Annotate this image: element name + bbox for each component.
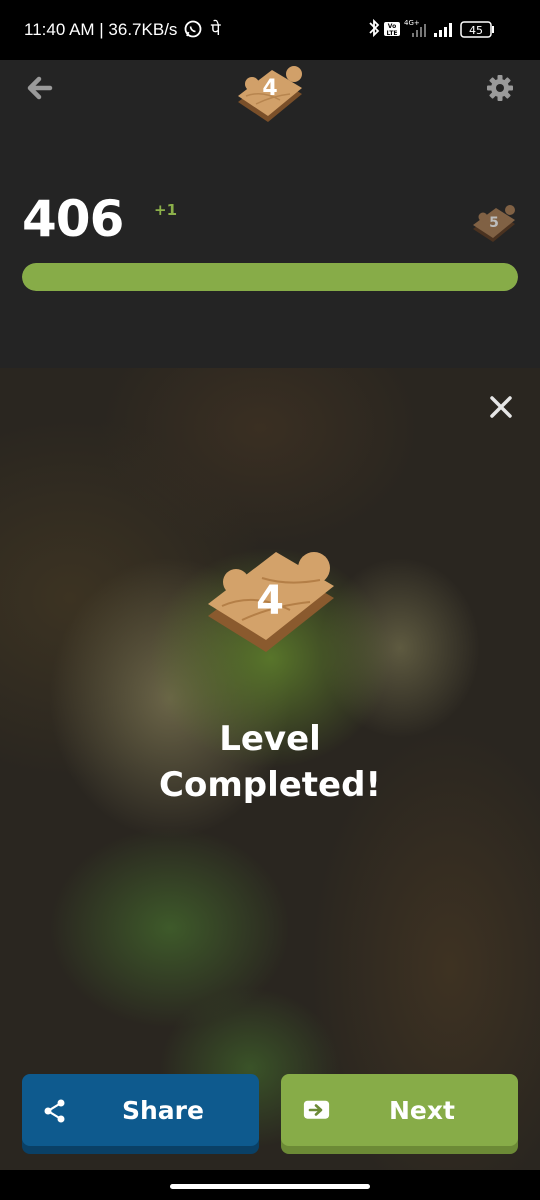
status-right: Vo LTE 4G+ 45 <box>366 15 516 43</box>
share-label: Share <box>122 1096 204 1125</box>
next-label: Next <box>389 1096 455 1125</box>
gear-icon <box>487 75 513 101</box>
level-progress-bar <box>22 263 518 291</box>
title-line-1: Level <box>219 719 321 759</box>
score-delta: +1 <box>154 201 178 219</box>
level-progress-fill <box>22 263 518 291</box>
score-value: 406 <box>22 190 124 248</box>
next-level-badge: 5 <box>470 202 518 246</box>
close-icon <box>490 396 512 418</box>
status-left: 11:40 AM | 36.7KB/s पे <box>24 17 221 40</box>
svg-text:LTE: LTE <box>386 30 397 37</box>
volte-icon: Vo LTE <box>384 22 400 37</box>
network-label: 4G+ <box>404 19 420 27</box>
status-bar: 11:40 AM | 36.7KB/s पे Vo LTE 4G+ 45 <box>0 0 540 60</box>
battery-icon: 45 <box>460 21 494 38</box>
signal-2-icon <box>434 23 452 37</box>
signal-1-icon: 4G+ <box>404 19 426 37</box>
completed-level-badge: 4 <box>202 548 338 662</box>
status-extra-char: पे <box>210 20 221 39</box>
whatsapp-icon <box>184 20 202 38</box>
title-line-2: Completed! <box>159 765 381 805</box>
settings-button[interactable] <box>482 70 518 106</box>
system-nav-bar <box>0 1170 540 1200</box>
share-button[interactable]: Share <box>22 1074 259 1146</box>
completed-level-number: 4 <box>256 578 284 624</box>
header: 4 <box>0 60 540 122</box>
battery-level: 45 <box>469 24 483 37</box>
current-level-badge: 4 <box>232 60 308 128</box>
next-button[interactable]: Next <box>281 1074 518 1146</box>
arrow-right-box-icon <box>303 1100 330 1119</box>
current-level-number: 4 <box>262 76 278 101</box>
bluetooth-icon <box>369 18 380 38</box>
next-level-number: 5 <box>489 215 499 231</box>
close-button[interactable] <box>488 394 514 420</box>
share-icon <box>44 1099 65 1123</box>
level-completed-title: Level Completed! <box>0 716 540 808</box>
arrow-left-icon <box>27 76 53 100</box>
status-time-speed: 11:40 AM | 36.7KB/s <box>24 20 178 39</box>
home-indicator[interactable] <box>170 1184 370 1189</box>
back-button[interactable] <box>22 70 58 106</box>
svg-text:Vo: Vo <box>388 23 396 30</box>
